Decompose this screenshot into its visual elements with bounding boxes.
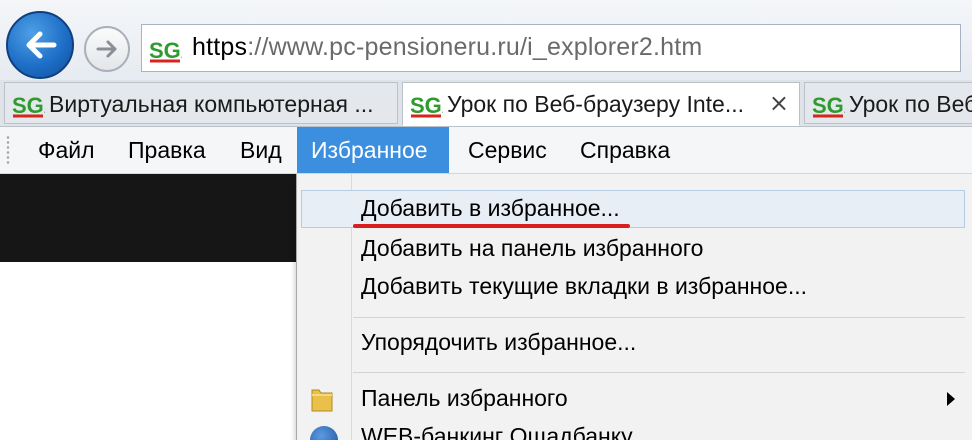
tab-label: Урок по Веб-браузеру Inte... <box>447 91 744 117</box>
menu-separator <box>353 372 965 373</box>
menu-item-label: WEB-банкинг Ощадбанку <box>361 423 633 440</box>
toolbar-grip-icon[interactable] <box>6 135 10 165</box>
page-content <box>0 262 300 440</box>
add-to-favorites-item[interactable]: Добавить в избранное... <box>301 190 965 228</box>
tab-virtual-computer[interactable]: SGA Виртуальная компьютерная ... <box>4 82 398 124</box>
menu-separator <box>353 317 965 318</box>
globe-icon <box>310 426 338 440</box>
tab-label: Виртуальная компьютерная ... <box>49 91 374 117</box>
url-text[interactable]: https://www.pc-pensioneru.ru/i_explorer2… <box>192 33 702 62</box>
tab-favicon-icon: SGA <box>811 86 845 120</box>
menu-file[interactable]: Файл <box>24 127 109 173</box>
svg-text:SGA: SGA <box>12 93 45 118</box>
url-domain: ://www.pc-pensioneru.ru <box>247 33 520 61</box>
menu-item-label: Упорядочить избранное... <box>361 329 637 355</box>
tab-favicon-icon: SGA <box>409 86 443 120</box>
forward-arrow-icon <box>96 40 117 58</box>
menu-item-label: Добавить в избранное... <box>361 195 620 221</box>
tab-strip: SGA Виртуальная компьютерная ... SGA Уро… <box>0 80 972 127</box>
svg-text:SGA: SGA <box>410 93 443 118</box>
add-to-favorites-bar-item[interactable]: Добавить на панель избранного <box>297 230 972 268</box>
tab-favicon-icon: SGA <box>11 86 45 120</box>
url-path: /i_explorer2.htm <box>519 33 703 61</box>
navigation-bar: SGA https://www.pc-pensioneru.ru/i_explo… <box>0 0 972 82</box>
back-button[interactable] <box>6 11 74 79</box>
menu-tools[interactable]: Сервис <box>454 127 561 173</box>
tab-browser-lesson[interactable]: SGA Урок по Веб-браузеру Inte... × <box>402 82 800 126</box>
tab-label: Урок по Веб <box>849 91 972 117</box>
menu-item-label: Панель избранного <box>361 385 568 411</box>
add-current-tabs-item[interactable]: Добавить текущие вкладки в избранное... <box>297 268 972 306</box>
menu-favorites[interactable]: Избранное <box>297 127 449 173</box>
address-field[interactable]: SGA https://www.pc-pensioneru.ru/i_explo… <box>141 24 961 72</box>
organize-favorites-item[interactable]: Упорядочить избранное... <box>297 324 972 362</box>
site-favicon-icon: SGA <box>148 31 182 65</box>
menu-bar: Файл Правка Вид Избранное Сервис Справка <box>0 127 972 174</box>
page-header-band <box>0 174 300 262</box>
menu-view[interactable]: Вид <box>226 127 296 173</box>
favorites-dropdown: Добавить в избранное... Добавить на пане… <box>296 174 972 440</box>
svg-text:SGA: SGA <box>812 93 845 118</box>
folder-icon <box>311 386 333 412</box>
menu-item-label: Добавить текущие вкладки в избранное... <box>361 273 808 299</box>
forward-button[interactable] <box>84 26 130 72</box>
submenu-arrow-icon <box>947 392 955 406</box>
favorites-bar-item[interactable]: Панель избранного <box>297 380 972 418</box>
red-underline-annotation <box>353 224 630 228</box>
menu-edit[interactable]: Правка <box>114 127 220 173</box>
menu-item-label: Добавить на панель избранного <box>361 235 704 261</box>
web-banking-item[interactable]: WEB-банкинг Ощадбанку <box>297 418 972 440</box>
url-prefix: https <box>192 33 248 61</box>
back-arrow-icon <box>26 31 57 59</box>
favicon-text: SGA <box>149 38 182 63</box>
tab-browser-lesson-2[interactable]: SGA Урок по Веб <box>804 82 972 124</box>
close-tab-icon[interactable]: × <box>769 89 789 117</box>
menu-help[interactable]: Справка <box>566 127 684 173</box>
